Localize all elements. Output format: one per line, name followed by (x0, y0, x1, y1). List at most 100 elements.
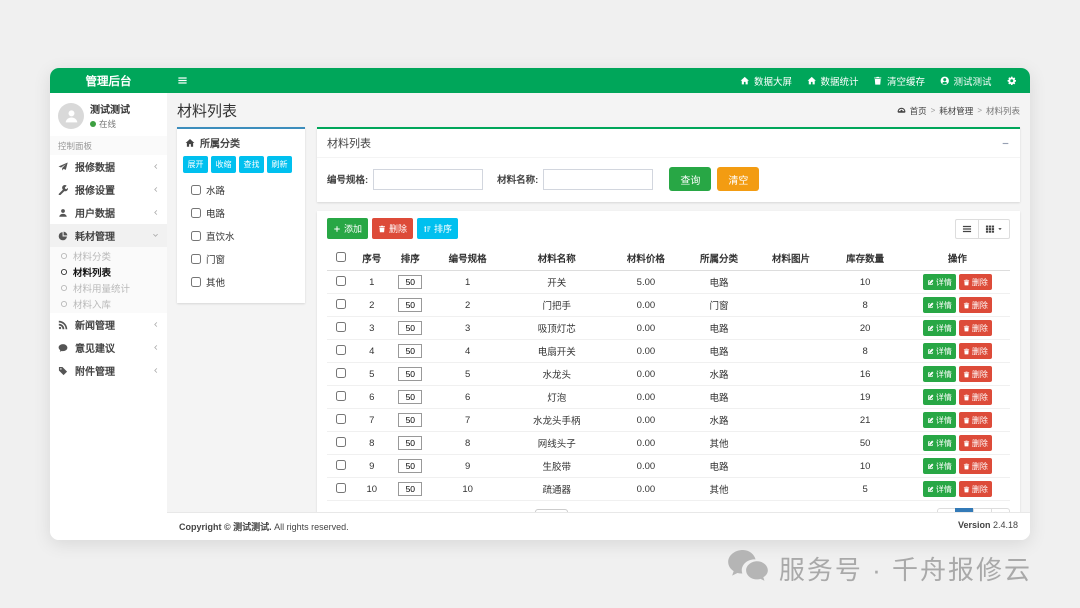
column-header[interactable]: 材料图片 (757, 246, 826, 271)
category-expand-button[interactable]: 展开 (183, 156, 208, 173)
sort-button[interactable]: 排序 (417, 218, 458, 239)
sidebar-item-news-management[interactable]: 新闻管理 (50, 313, 167, 336)
column-header[interactable]: 编号规格 (432, 246, 503, 271)
row-checkbox[interactable] (336, 345, 346, 355)
select-all-checkbox[interactable] (336, 252, 346, 262)
row-checkbox[interactable] (336, 276, 346, 286)
category-panel-title: 所属分类 (200, 135, 240, 150)
detail-button[interactable]: 详情 (923, 481, 956, 497)
detail-button[interactable]: 详情 (923, 274, 956, 290)
column-header[interactable]: 材料名称 (503, 246, 610, 271)
detail-button[interactable]: 详情 (923, 297, 956, 313)
column-header[interactable]: 库存数量 (826, 246, 905, 271)
breadcrumb-home[interactable]: 首页 (910, 105, 927, 117)
row-delete-button[interactable]: 删除 (959, 458, 992, 474)
sort-order-input[interactable] (398, 436, 422, 450)
sort-order-input[interactable] (398, 459, 422, 473)
detail-button[interactable]: 详情 (923, 458, 956, 474)
sidebar-item-feedback[interactable]: 意见建议 (50, 336, 167, 359)
row-delete-button[interactable]: 删除 (959, 366, 992, 382)
columns-button[interactable] (979, 219, 1010, 239)
column-header[interactable]: 操作 (905, 246, 1010, 271)
category-find-button[interactable]: 查找 (239, 156, 264, 173)
row-checkbox[interactable] (336, 414, 346, 424)
row-checkbox[interactable] (336, 299, 346, 309)
row-delete-button[interactable]: 删除 (959, 481, 992, 497)
column-header[interactable]: 序号 (355, 246, 388, 271)
cell-category: 其他 (681, 478, 756, 501)
sort-order-input[interactable] (398, 367, 422, 381)
sidebar-item-repair-data[interactable]: 报修数据 (50, 155, 167, 178)
category-collapse-button[interactable]: 收缩 (211, 156, 236, 173)
sidebar-item-user-data[interactable]: 用户数据 (50, 201, 167, 224)
sidebar-subitem-material-usage-stats[interactable]: 材料用量统计 (50, 280, 167, 296)
code-spec-input[interactable] (373, 169, 483, 190)
row-delete-button[interactable]: 删除 (959, 297, 992, 313)
sort-order-input[interactable] (398, 321, 422, 335)
add-button[interactable]: 添加 (327, 218, 368, 239)
sort-order-input[interactable] (398, 298, 422, 312)
detail-button[interactable]: 详情 (923, 389, 956, 405)
column-header[interactable]: 所属分类 (681, 246, 756, 271)
clear-button[interactable]: 清空 (717, 167, 759, 191)
row-checkbox[interactable] (336, 437, 346, 447)
row-checkbox[interactable] (336, 368, 346, 378)
detail-button[interactable]: 详情 (923, 320, 956, 336)
sort-order-input[interactable] (398, 275, 422, 289)
toggle-view-button[interactable] (955, 219, 979, 239)
category-checkbox[interactable] (191, 208, 201, 218)
material-name-input[interactable] (543, 169, 653, 190)
sort-order-input[interactable] (398, 482, 422, 496)
row-delete-button[interactable]: 删除 (959, 435, 992, 451)
row-delete-button[interactable]: 删除 (959, 343, 992, 359)
detail-button[interactable]: 详情 (923, 366, 956, 382)
detail-button-label: 详情 (936, 323, 952, 334)
row-checkbox[interactable] (336, 460, 346, 470)
category-checkbox[interactable] (191, 185, 201, 195)
sidebar-item-material-management[interactable]: 耗材管理 (50, 224, 167, 247)
cell-name: 生胶带 (503, 455, 610, 478)
cell-image (757, 478, 826, 501)
row-checkbox[interactable] (336, 391, 346, 401)
data-screen-link[interactable]: 数据大屏 (740, 74, 792, 88)
detail-button[interactable]: 详情 (923, 435, 956, 451)
breadcrumb-parent[interactable]: 耗材管理 (939, 105, 973, 117)
row-delete-button[interactable]: 删除 (959, 389, 992, 405)
hamburger-menu-icon[interactable] (177, 75, 188, 86)
settings-link[interactable] (1007, 76, 1017, 86)
column-header[interactable]: 排序 (388, 246, 432, 271)
data-stats-link[interactable]: 数据统计 (807, 74, 859, 88)
row-delete-button[interactable]: 删除 (959, 412, 992, 428)
cell-stock: 10 (826, 271, 905, 294)
sidebar-item-repair-settings[interactable]: 报修设置 (50, 178, 167, 201)
category-refresh-button[interactable]: 刷新 (267, 156, 292, 173)
cell-image (757, 317, 826, 340)
sort-order-input[interactable] (398, 344, 422, 358)
sidebar-item-attachment-management[interactable]: 附件管理 (50, 359, 167, 382)
collapse-icon[interactable] (1001, 139, 1010, 148)
delete-button[interactable]: 删除 (372, 218, 413, 239)
sort-order-input[interactable] (398, 390, 422, 404)
sidebar-subitem-material-category[interactable]: 材料分类 (50, 248, 167, 264)
category-checkbox[interactable] (191, 277, 201, 287)
detail-button[interactable]: 详情 (923, 412, 956, 428)
query-button[interactable]: 查询 (669, 167, 711, 191)
cell-code: 7 (432, 409, 503, 432)
sidebar-subitem-material-inbound[interactable]: 材料入库 (50, 296, 167, 312)
row-delete-button[interactable]: 删除 (959, 274, 992, 290)
sidebar-user-panel: 测试测试 在线 (50, 93, 167, 136)
row-delete-button[interactable]: 删除 (959, 320, 992, 336)
user-status-label: 在线 (99, 118, 116, 130)
row-checkbox[interactable] (336, 483, 346, 493)
row-checkbox[interactable] (336, 322, 346, 332)
sort-order-input[interactable] (398, 413, 422, 427)
user-menu[interactable]: 测试测试 (940, 74, 992, 88)
category-checkbox[interactable] (191, 231, 201, 241)
clear-cache-link[interactable]: 清空缓存 (873, 74, 925, 88)
category-checkbox[interactable] (191, 254, 201, 264)
cell-seq: 6 (355, 386, 388, 409)
sidebar-subitem-material-list[interactable]: 材料列表 (50, 264, 167, 280)
trash-icon (963, 463, 970, 470)
detail-button[interactable]: 详情 (923, 343, 956, 359)
column-header[interactable]: 材料价格 (610, 246, 681, 271)
